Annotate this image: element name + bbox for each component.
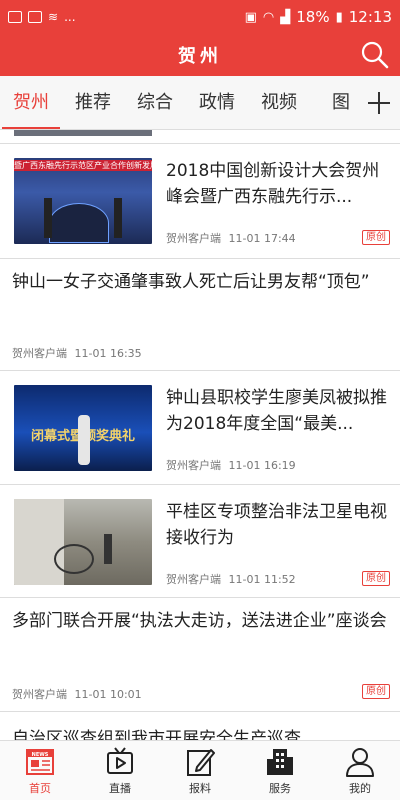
list-item[interactable]: 平桂区专项整治非法卫星电视接收行为 贺州客户端 11-01 11:52 原创 bbox=[0, 485, 400, 598]
list-item[interactable]: 暨广西东融先行示范区产业合作创新发展 2018中国创新设计大会贺州峰会暨广西东融… bbox=[0, 144, 400, 259]
original-badge: 原创 bbox=[362, 230, 390, 245]
news-title[interactable]: 2018中国创新设计大会贺州峰会暨广西东融先行示... bbox=[166, 158, 388, 210]
news-source: 贺州客户端 bbox=[12, 347, 67, 360]
news-source: 贺州客户端 bbox=[12, 688, 67, 701]
news-title[interactable]: 平桂区专项整治非法卫星电视接收行为 bbox=[166, 499, 388, 551]
satellite-dish bbox=[54, 544, 94, 574]
original-badge: 原创 bbox=[362, 684, 390, 699]
app-header: 贺州 bbox=[0, 34, 400, 76]
battery-icon: ▮ bbox=[335, 9, 343, 25]
person-figure bbox=[78, 415, 90, 465]
news-thumbnail: 暨广西东融先行示范区产业合作创新发展 bbox=[14, 158, 152, 244]
signal-icon: ▟ bbox=[280, 9, 291, 25]
status-left: ≋ ... bbox=[8, 10, 76, 24]
person-figure bbox=[44, 198, 52, 238]
nav-home-label: 首页 bbox=[29, 782, 51, 795]
list-item-partial[interactable] bbox=[0, 130, 400, 144]
news-home-icon: NEWS bbox=[26, 749, 54, 775]
plus-icon bbox=[368, 92, 390, 114]
nav-home[interactable]: NEWS 首页 bbox=[0, 741, 80, 800]
more-notifications: ... bbox=[64, 10, 76, 24]
news-time: 11-01 16:19 bbox=[228, 459, 296, 472]
list-item[interactable]: 自治区巡查组到我市开展安全生产巡查 bbox=[0, 712, 400, 740]
news-meta: 贺州客户端 11-01 11:52 bbox=[166, 571, 296, 587]
clock: 12:13 bbox=[348, 8, 392, 26]
search-icon[interactable] bbox=[360, 40, 390, 70]
tab-video[interactable]: 视频 bbox=[248, 76, 310, 129]
image-notification-icon bbox=[8, 11, 22, 23]
nav-profile-label: 我的 bbox=[349, 782, 371, 795]
building-wall bbox=[14, 499, 64, 585]
tab-general[interactable]: 综合 bbox=[124, 76, 186, 129]
nav-profile[interactable]: 我的 bbox=[320, 741, 400, 800]
news-title[interactable]: 钟山县职校学生廖美凤被拟推为2018年度全国“最美... bbox=[166, 385, 388, 437]
news-meta: 贺州客户端 11-01 10:01 bbox=[12, 686, 142, 702]
edit-note-icon bbox=[187, 749, 215, 776]
thumbnail-partial bbox=[14, 130, 152, 136]
page-title: 贺州 bbox=[178, 46, 222, 67]
news-title[interactable]: 自治区巡查组到我市开展安全生产巡查 bbox=[0, 712, 400, 740]
nav-service-label: 服务 bbox=[269, 782, 291, 795]
person-figure bbox=[104, 534, 112, 564]
channel-tabs: 贺州 推荐 综合 政情 视频 图 bbox=[0, 76, 400, 130]
news-time: 11-01 11:52 bbox=[228, 573, 296, 586]
stage-globe bbox=[49, 203, 109, 243]
news-source: 贺州客户端 bbox=[166, 459, 221, 472]
wifi-share-icon: ≋ bbox=[48, 10, 59, 24]
nav-live-label: 直播 bbox=[109, 782, 131, 795]
original-badge: 原创 bbox=[362, 571, 390, 586]
news-time: 11-01 10:01 bbox=[74, 688, 142, 701]
battery-percent: 18% bbox=[296, 8, 330, 26]
news-meta: 贺州客户端 11-01 16:35 bbox=[12, 345, 142, 361]
news-title[interactable]: 多部门联合开展“执法大走访，送法进企业”座谈会 bbox=[0, 598, 400, 634]
wifi-icon: ◠ bbox=[262, 9, 275, 25]
status-bar: ≋ ... ▣ ◠ ▟ 18% ▮ 12:13 bbox=[0, 0, 400, 34]
user-profile-icon bbox=[346, 748, 374, 777]
list-item[interactable]: 钟山一女子交通肇事致人死亡后让男友帮“顶包” 贺州客户端 11-01 16:35 bbox=[0, 259, 400, 371]
sim-icon: ▣ bbox=[244, 9, 257, 25]
tab-recommend[interactable]: 推荐 bbox=[62, 76, 124, 129]
news-meta: 贺州客户端 11-01 17:44 bbox=[166, 230, 296, 246]
nav-live[interactable]: 直播 bbox=[80, 741, 160, 800]
nav-report-label: 报料 bbox=[189, 782, 211, 795]
nav-service[interactable]: 服务 bbox=[240, 741, 320, 800]
news-title[interactable]: 钟山一女子交通肇事致人死亡后让男友帮“顶包” bbox=[0, 259, 400, 295]
list-item[interactable]: 闭幕式暨颁奖典礼 钟山县职校学生廖美凤被拟推为2018年度全国“最美... 贺州… bbox=[0, 371, 400, 485]
tab-politics[interactable]: 政情 bbox=[186, 76, 248, 129]
news-feed: 暨广西东融先行示范区产业合作创新发展 2018中国创新设计大会贺州峰会暨广西东融… bbox=[0, 130, 400, 740]
list-item[interactable]: 多部门联合开展“执法大走访，送法进企业”座谈会 贺州客户端 11-01 10:0… bbox=[0, 598, 400, 712]
news-time: 11-01 16:35 bbox=[74, 347, 142, 360]
svg-text:NEWS: NEWS bbox=[32, 752, 49, 758]
app-notification-icon bbox=[28, 11, 42, 23]
person-figure bbox=[114, 198, 122, 238]
add-channel-button[interactable] bbox=[358, 76, 400, 129]
status-right: ▣ ◠ ▟ 18% ▮ 12:13 bbox=[245, 8, 392, 26]
news-source: 贺州客户端 bbox=[166, 232, 221, 245]
bottom-nav: NEWS 首页 直播 报料 服务 我的 bbox=[0, 740, 400, 800]
news-meta: 贺州客户端 11-01 16:19 bbox=[166, 457, 296, 473]
building-service-icon bbox=[267, 749, 293, 775]
news-thumbnail bbox=[14, 499, 152, 585]
nav-report[interactable]: 报料 bbox=[160, 741, 240, 800]
tv-play-icon bbox=[107, 747, 133, 774]
news-time: 11-01 17:44 bbox=[228, 232, 296, 245]
news-thumbnail: 闭幕式暨颁奖典礼 bbox=[14, 385, 152, 471]
thumbnail-banner: 暨广西东融先行示范区产业合作创新发展 bbox=[14, 160, 152, 171]
tab-hezhou[interactable]: 贺州 bbox=[0, 76, 62, 129]
news-source: 贺州客户端 bbox=[166, 573, 221, 586]
